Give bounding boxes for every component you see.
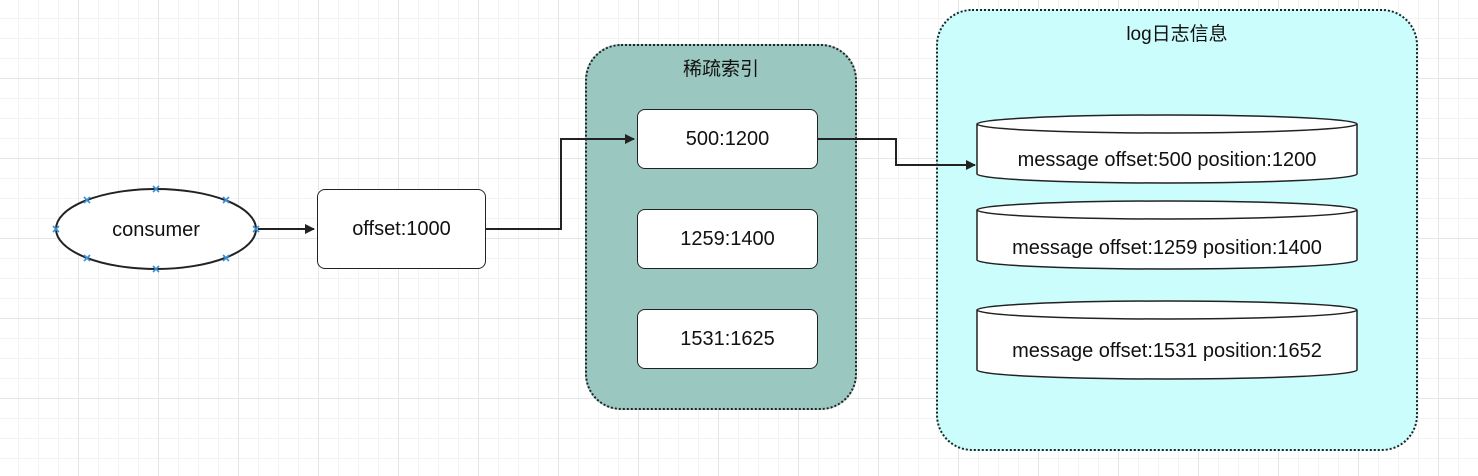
log-message-cylinder[interactable]: message offset:1259 position:1400 xyxy=(976,200,1358,270)
log-message-label: message offset:1259 position:1400 xyxy=(1012,237,1322,259)
arrow-offset-to-index xyxy=(486,134,635,230)
index-entry-label: 1259:1400 xyxy=(680,227,775,250)
arrow-index-to-message xyxy=(818,138,976,170)
index-entry[interactable]: 500:1200 xyxy=(637,109,818,169)
index-entry[interactable]: 1531:1625 xyxy=(637,309,818,369)
index-entry[interactable]: 1259:1400 xyxy=(637,209,818,269)
offset-node[interactable]: offset:1000 xyxy=(317,189,486,269)
index-entry-label: 500:1200 xyxy=(685,127,770,150)
log-message-cylinder[interactable]: message offset:1531 position:1652 xyxy=(976,300,1358,380)
offset-node-label: offset:1000 xyxy=(352,217,451,240)
index-entry-label: 1531:1625 xyxy=(680,327,775,350)
log-message-label: message offset:500 position:1200 xyxy=(1017,149,1317,171)
consumer-label: consumer xyxy=(112,219,200,241)
log-message-label: message offset:1531 position:1652 xyxy=(1012,340,1322,362)
log-message-cylinder[interactable]: message offset:500 position:1200 xyxy=(976,114,1358,184)
